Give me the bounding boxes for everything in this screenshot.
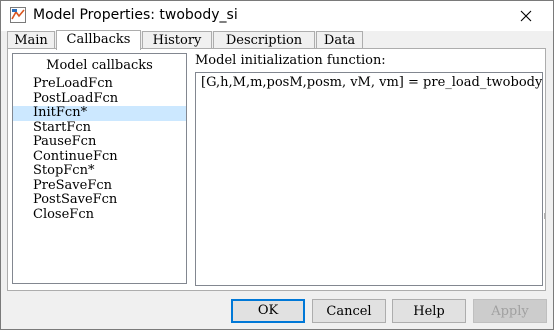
callback-item-presavefcn[interactable]: PreSaveFcn <box>13 178 186 194</box>
title-bar: Model Properties: twobody_si <box>1 1 553 31</box>
callback-item-postloadfcn[interactable]: PostLoadFcn <box>13 91 186 107</box>
callback-item-stopfcn[interactable]: StopFcn* <box>13 163 186 179</box>
close-icon <box>520 7 532 26</box>
apply-button[interactable]: Apply <box>473 299 547 323</box>
callbacks-list-panel: Model callbacks PreLoadFcn PostLoadFcn I… <box>12 53 187 284</box>
tab-callbacks[interactable]: Callbacks <box>56 30 141 50</box>
callbacks-tab-content: Model callbacks PreLoadFcn PostLoadFcn I… <box>7 48 546 291</box>
callback-item-initfcn[interactable]: InitFcn* <box>13 105 186 121</box>
cancel-button[interactable]: Cancel <box>312 299 386 323</box>
help-button[interactable]: Help <box>392 299 466 323</box>
tab-main[interactable]: Main <box>7 31 55 49</box>
callback-item-startfcn[interactable]: StartFcn <box>13 120 186 136</box>
callback-item-continuefcn[interactable]: ContinueFcn <box>13 149 186 165</box>
ok-button[interactable]: OK <box>231 299 305 323</box>
function-label: Model initialization function: <box>195 53 386 68</box>
callback-item-closefcn[interactable]: CloseFcn <box>13 207 186 223</box>
tab-data[interactable]: Data <box>316 31 363 49</box>
simulink-model-icon <box>10 7 26 23</box>
callback-item-preloadfcn[interactable]: PreLoadFcn <box>13 76 186 92</box>
callback-code-text: [G,h,M,m,posM,posm, vM, vm] = pre_load_t… <box>201 75 543 90</box>
resize-handle[interactable] <box>544 213 546 219</box>
model-properties-dialog: Model Properties: twobody_si Main Callba… <box>0 0 554 330</box>
tab-bar: Main Callbacks History Description Data <box>7 30 547 50</box>
callback-code-editor[interactable]: [G,h,M,m,posM,posm, vM, vm] = pre_load_t… <box>195 72 543 286</box>
close-button[interactable] <box>503 1 549 31</box>
callback-item-postsavefcn[interactable]: PostSaveFcn <box>13 192 186 208</box>
window-title: Model Properties: twobody_si <box>33 7 238 23</box>
callbacks-header: Model callbacks <box>46 58 153 73</box>
tab-history[interactable]: History <box>142 31 212 49</box>
callbacks-list: PreLoadFcn PostLoadFcn InitFcn* StartFcn… <box>13 76 186 223</box>
tab-description[interactable]: Description <box>213 31 315 49</box>
callback-item-pausefcn[interactable]: PauseFcn <box>13 134 186 150</box>
